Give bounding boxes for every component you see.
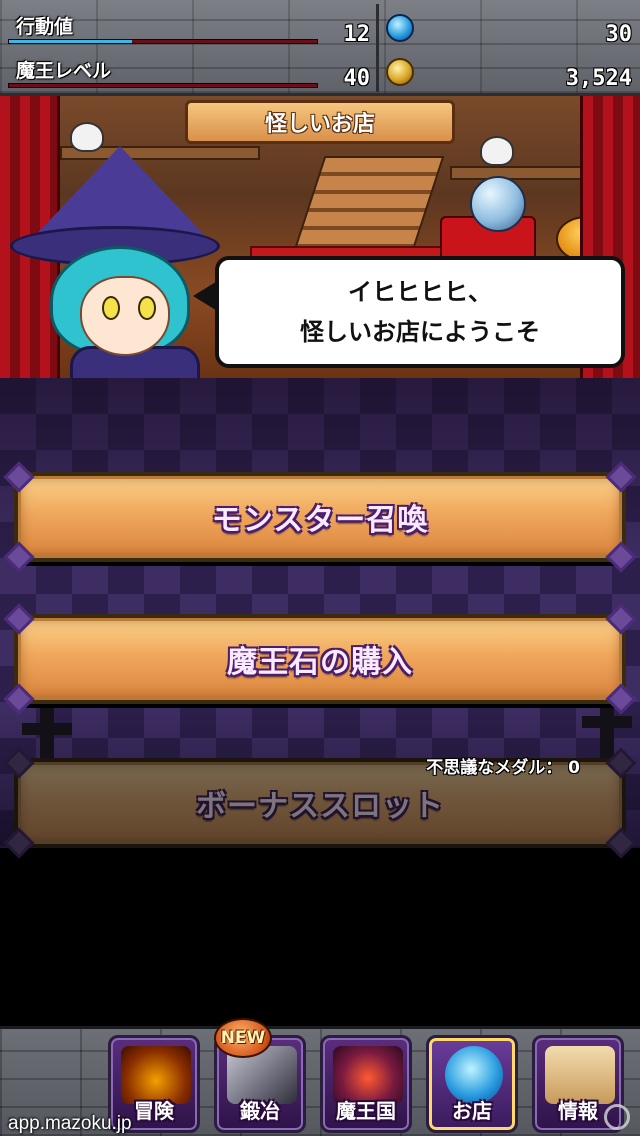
demon-level-bar — [8, 83, 318, 88]
speech-line-2: 怪しいお店にようこそ — [300, 318, 540, 346]
blue-gem-icon — [386, 14, 414, 42]
gold-coin-icon — [386, 58, 414, 86]
medal-counter: 不思議なメダル： 0 — [426, 753, 580, 778]
action-points-value: 12 — [343, 22, 371, 47]
status-divider — [376, 4, 379, 92]
bonus-slot-label: ボーナススロット — [196, 789, 444, 824]
coin-stat[interactable]: 3,524 — [382, 50, 632, 92]
nav-shop[interactable]: お店 — [426, 1035, 518, 1133]
empty-area — [0, 848, 640, 1026]
speech-line-1: イヒヒヒヒ、 — [348, 278, 492, 306]
shelf — [450, 166, 590, 180]
demon-level-value: 40 — [343, 66, 371, 91]
demon-level-label: 魔王レベル — [16, 60, 112, 82]
action-points-bar — [8, 39, 318, 44]
magic-stone-value: 30 — [605, 22, 633, 47]
nav-demon-kingdom[interactable]: 魔王国 — [320, 1035, 412, 1133]
action-points-bar-fill — [9, 40, 133, 43]
nav-shop-label: お店 — [452, 1099, 492, 1123]
site-logo-icon — [604, 1104, 630, 1130]
new-badge: NEW — [214, 1018, 272, 1058]
magic-stone-stat[interactable]: 30 — [382, 6, 632, 48]
demon-level-stat: 魔王レベル 40 — [0, 50, 370, 92]
action-points-label: 行動値 — [16, 16, 74, 38]
status-bar: 行動値 12 魔王レベル 40 30 3,524 — [0, 0, 640, 96]
shop-menu: モンスター召喚 魔王石の購入 不思議なメダル： 0 ボーナススロット — [0, 378, 640, 859]
nav-forge-label: 鍛冶 — [240, 1099, 280, 1123]
monster-summon-button[interactable]: モンスター召喚 — [3, 461, 637, 573]
skull-decoration-icon — [480, 136, 514, 166]
medal-count-value: 0 — [568, 758, 580, 778]
speech-bubble: イヒヒヒヒ、 怪しいお店にようこそ — [193, 256, 625, 368]
grave-cross — [600, 703, 614, 758]
watermark-text: app.mazoku.jp — [8, 1113, 132, 1134]
action-points-stat: 行動値 12 — [0, 6, 370, 48]
grave-cross — [582, 716, 632, 728]
monster-summon-label: モンスター召喚 — [211, 503, 429, 538]
nav-demon-kingdom-label: 魔王国 — [336, 1099, 396, 1123]
grave-cross — [22, 723, 72, 735]
crystal-ball-icon — [470, 176, 526, 232]
buy-magic-stone-label: 魔王石の購入 — [227, 645, 413, 680]
buy-magic-stone-button[interactable]: 魔王石の購入 — [3, 603, 637, 715]
coin-value: 3,524 — [565, 66, 632, 91]
medal-label: 不思議なメダル： — [426, 758, 563, 778]
shop-scene-banner: 怪しいお店 イヒヒヒヒ、 怪しいお店にようこそ — [0, 96, 640, 378]
witch-shopkeeper — [10, 136, 230, 378]
